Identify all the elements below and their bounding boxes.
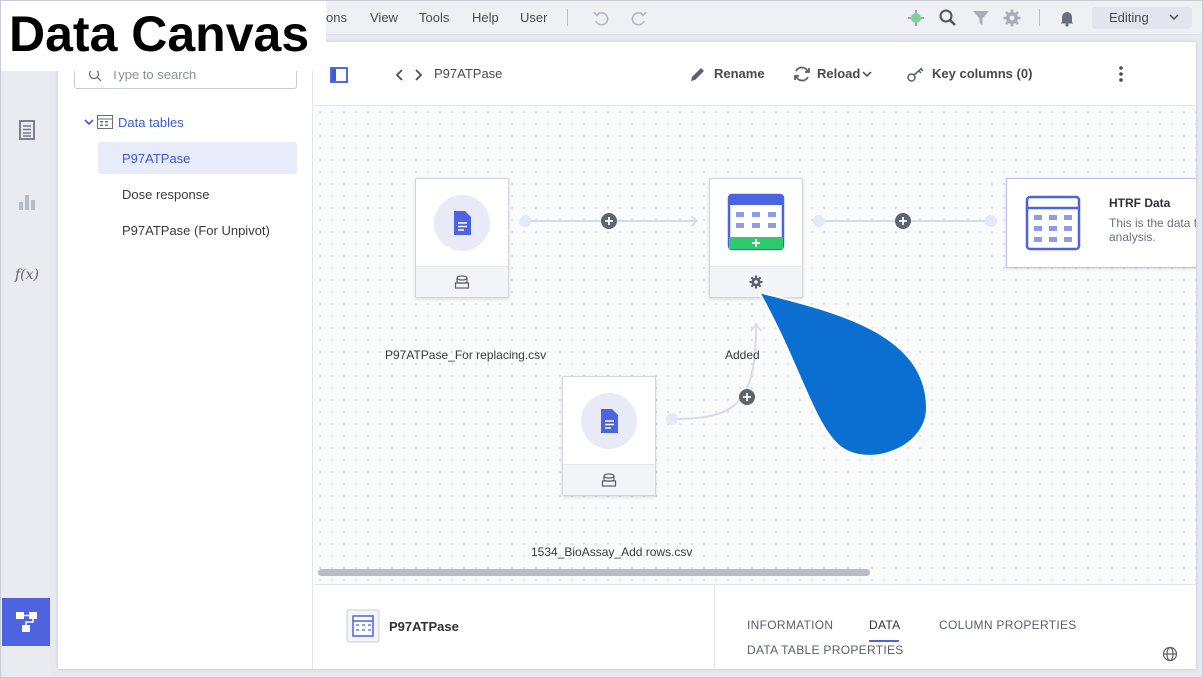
active-tab-indicator <box>869 640 899 642</box>
table-icon <box>1025 195 1081 251</box>
menu-item-options[interactable]: ons <box>326 10 347 25</box>
tab-information[interactable]: INFORMATION <box>747 618 833 632</box>
data-canvas-icon <box>16 612 37 632</box>
horizontal-scrollbar[interactable] <box>318 569 870 576</box>
database-icon <box>454 275 470 289</box>
mode-label: Editing <box>1109 10 1149 25</box>
rename-button[interactable]: Rename <box>714 66 765 81</box>
pencil-icon[interactable] <box>688 64 708 84</box>
chevron-left-icon[interactable] <box>393 65 407 85</box>
pointer-drop-shape <box>757 290 929 457</box>
tab-data[interactable]: DATA <box>869 618 900 632</box>
notifications-bell-icon[interactable] <box>1057 8 1077 28</box>
transform-node-added[interactable] <box>709 178 803 298</box>
document-icon <box>581 393 637 449</box>
filter-icon[interactable] <box>971 8 991 28</box>
data-tables-sidebar: Type to search Data tables P97ATPase Dos… <box>58 42 313 669</box>
redo-icon[interactable] <box>629 8 649 28</box>
breadcrumb-current: P97ATPase <box>434 66 503 81</box>
svg-text:f(x): f(x) <box>14 267 39 283</box>
left-rail: f(x) <box>2 35 50 677</box>
key-columns-button[interactable]: Key columns (0) <box>932 66 1032 81</box>
source-node-p97atpase-csv[interactable] <box>415 178 509 298</box>
details-panel: P97ATPase INFORMATION DATA COLUMN PROPER… <box>314 584 1196 669</box>
visualization-icon[interactable] <box>16 191 38 213</box>
table-icon <box>97 115 113 129</box>
tree-item-label: P97ATPase (For Unpivot) <box>122 223 270 238</box>
mode-dropdown[interactable]: Editing <box>1092 7 1192 29</box>
result-node-description: analysis. <box>1109 230 1156 244</box>
chevron-down-icon[interactable] <box>861 64 873 84</box>
add-rows-table-icon <box>727 193 785 251</box>
details-table-name: P97ATPase <box>389 619 459 634</box>
menu-separator <box>567 9 568 26</box>
tree-item-dose-response[interactable]: Dose response <box>98 178 297 210</box>
source-node-bioassay-csv[interactable] <box>562 376 656 496</box>
result-node-htrf-data[interactable]: HTRF Data This is the data t analysis. <box>1006 178 1196 268</box>
tree-root-label: Data tables <box>118 115 184 130</box>
tab-column-properties[interactable]: COLUMN PROPERTIES <box>939 618 1077 632</box>
table-icon <box>346 609 380 643</box>
recommendations-icon[interactable] <box>906 8 926 28</box>
chevron-down-icon <box>84 119 94 126</box>
menu-item-help[interactable]: Help <box>472 10 499 25</box>
node-label: 1534_BioAssay_Add rows.csv <box>531 545 693 559</box>
app-window: ons View Tools Help User Editing f(x) Ty… <box>0 0 1203 678</box>
settings-icon[interactable] <box>1002 8 1022 28</box>
chevron-right-icon[interactable] <box>411 65 425 85</box>
node-label: Added <box>725 348 760 362</box>
toggle-sidebar-icon[interactable] <box>329 65 349 85</box>
gear-icon[interactable] <box>749 275 763 289</box>
data-canvas[interactable]: P97ATPase_For replacing.csv Added HTRF D… <box>314 106 1196 584</box>
database-icon <box>601 473 617 487</box>
search-icon[interactable] <box>938 8 958 28</box>
tree-item-label: P97ATPase <box>122 151 191 166</box>
reload-button[interactable]: Reload <box>817 66 860 81</box>
globe-icon[interactable] <box>1162 646 1178 662</box>
tree-item-p97atpase[interactable]: P97ATPase <box>98 142 297 174</box>
more-options-icon[interactable] <box>1111 64 1131 84</box>
node-footer <box>563 464 655 495</box>
data-table-icon[interactable] <box>16 119 38 141</box>
overlay-title-box: Data Canvas <box>1 1 326 71</box>
menu-item-tools[interactable]: Tools <box>419 10 449 25</box>
function-icon[interactable]: f(x) <box>14 263 40 285</box>
menu-item-user[interactable]: User <box>520 10 547 25</box>
canvas-header: P97ATPase Rename Reload Key columns (0) <box>314 42 1196 106</box>
chevron-down-icon <box>1169 14 1179 21</box>
tree-item-label: Dose response <box>122 187 210 202</box>
menu-separator <box>1039 9 1040 26</box>
tab-data-table-properties[interactable]: DATA TABLE PROPERTIES <box>747 643 904 657</box>
node-footer <box>416 266 508 297</box>
tree-item-p97atpase-for-unpivot[interactable]: P97ATPase (For Unpivot) <box>98 214 297 246</box>
document-icon <box>434 195 490 251</box>
data-canvas-rail-button[interactable] <box>2 598 50 646</box>
node-label: P97ATPase_For replacing.csv <box>385 348 547 362</box>
undo-icon[interactable] <box>591 8 611 28</box>
overlay-title: Data Canvas <box>9 6 310 62</box>
result-node-description: This is the data t <box>1109 216 1196 230</box>
result-node-title: HTRF Data <box>1109 196 1171 210</box>
reload-icon[interactable] <box>792 64 812 84</box>
data-canvas-panel: Type to search Data tables P97ATPase Dos… <box>58 42 1196 669</box>
panel-divider <box>714 585 715 669</box>
menu-item-view[interactable]: View <box>370 10 398 25</box>
key-icon[interactable] <box>906 64 926 84</box>
